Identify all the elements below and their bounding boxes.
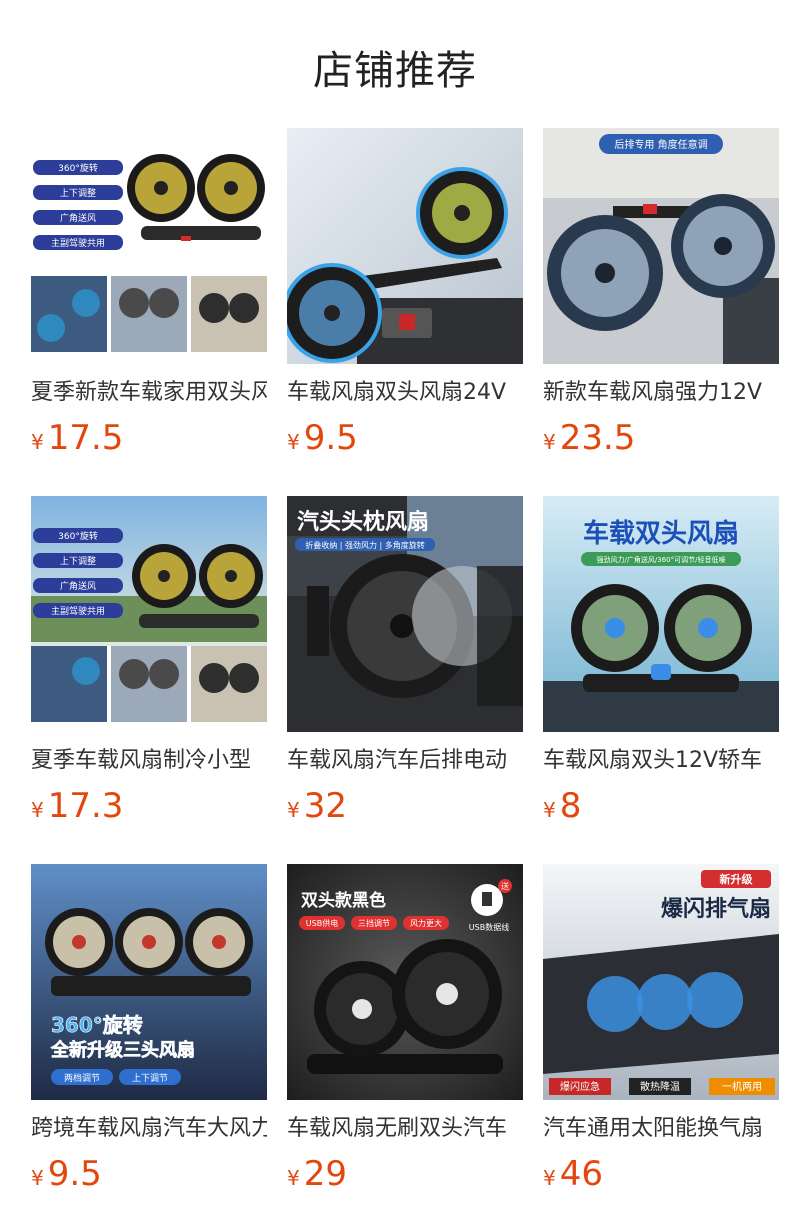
product-image[interactable]: 车载双头风扇 强劲风力/广角送风/360°可调节/轻音低噪 — [543, 496, 779, 732]
feature-chip: USB供电 — [306, 918, 338, 928]
product-card[interactable]: 360°旋转 上下调整 广角送风 主副驾驶共用 — [31, 496, 267, 828]
cable-label: USB数据线 — [469, 922, 509, 932]
currency-symbol: ¥ — [287, 1166, 300, 1190]
feature-chip: 三挡调节 — [358, 918, 390, 928]
feature-tag: 上下调整 — [60, 187, 96, 199]
price-value: 46 — [559, 1154, 603, 1194]
image-headline: 车载双头风扇 — [583, 518, 739, 549]
image-subtitle: 强劲风力/广角送风/360°可调节/轻音低噪 — [597, 555, 726, 564]
product-price: ¥46 — [543, 1154, 779, 1194]
product-card[interactable]: 车载双头风扇 强劲风力/广角送风/360°可调节/轻音低噪 车载风扇双头12V轿… — [543, 496, 779, 828]
image-headline: 汽头头枕风扇 — [297, 509, 429, 535]
feature-tag: 360°旋转 — [58, 162, 98, 174]
image-subtitle: 折叠收纳 | 强劲风力 | 多角度旋转 — [305, 540, 425, 550]
currency-symbol: ¥ — [543, 1166, 556, 1190]
currency-symbol: ¥ — [31, 798, 44, 822]
currency-symbol: ¥ — [31, 430, 44, 454]
product-grid: 360°旋转 上下调整 广角送风 主副驾驶共用 夏季新款车载家用双头风 ¥ 17… — [31, 128, 779, 1196]
product-name[interactable]: 车载风扇双头风扇24V — [287, 378, 523, 408]
image-headline: 爆闪排气扇 — [661, 896, 771, 922]
product-card[interactable]: 车载风扇双头风扇24V ¥9.5 — [287, 128, 523, 460]
product-image[interactable]: 360°旋转 全新升级三头风扇 两档调节 上下调节 — [31, 864, 267, 1100]
feature-tag: 360°旋转 — [58, 530, 98, 542]
product-name[interactable]: 夏季新款车载家用双头风扇 — [31, 378, 267, 408]
price-value: 23.5 — [559, 418, 636, 458]
feature-tag: 主副驾驶共用 — [51, 237, 105, 249]
image-headline: 360°旋转 — [51, 1013, 143, 1037]
product-card[interactable]: 汽头头枕风扇 折叠收纳 | 强劲风力 | 多角度旋转 车载风扇汽车后排电动 ¥3… — [287, 496, 523, 828]
product-name[interactable]: 夏季车载风扇制冷小型 — [31, 746, 267, 776]
feature-chip: 上下调节 — [132, 1073, 168, 1084]
product-card[interactable]: 新升级 爆闪排气扇 爆闪应急 散热降温 一机两用 汽车通用太阳能换气扇 ¥46 — [543, 864, 779, 1196]
feature-tag: 上下调整 — [60, 555, 96, 567]
product-image[interactable]: 新升级 爆闪排气扇 爆闪应急 散热降温 一机两用 — [543, 864, 779, 1100]
price-value: 9.5 — [47, 1154, 102, 1194]
currency-symbol: ¥ — [543, 798, 556, 822]
product-price: ¥29 — [287, 1154, 523, 1194]
product-image[interactable]: 360°旋转 上下调整 广角送风 主副驾驶共用 — [31, 496, 267, 732]
feature-chip: 两档调节 — [64, 1072, 100, 1084]
feature-tag: 主副驾驶共用 — [51, 605, 105, 617]
product-card[interactable]: 360°旋转 全新升级三头风扇 两档调节 上下调节 跨境车载风扇汽车大风力 ¥9… — [31, 864, 267, 1196]
feature-chip: 爆闪应急 — [560, 1080, 600, 1093]
price-value: 32 — [303, 786, 347, 826]
thumbnail-strip — [31, 276, 267, 352]
product-price: ¥8 — [543, 786, 779, 826]
product-name[interactable]: 跨境车载风扇汽车大风力 — [31, 1114, 267, 1144]
product-card[interactable]: 360°旋转 上下调整 广角送风 主副驾驶共用 — [31, 128, 267, 460]
image-headline: 全新升级三头风扇 — [50, 1039, 195, 1061]
product-card[interactable]: 双头款黑色 USB供电 三挡调节 风力更大 送 USB数据线 车载风扇无刷双头汽… — [287, 864, 523, 1196]
price-value: 8 — [559, 786, 582, 826]
product-price: ¥32 — [287, 786, 523, 826]
product-name[interactable]: 车载风扇双头12V轿车 — [543, 746, 779, 776]
product-price: ¥17.5 — [31, 418, 267, 458]
product-image[interactable]: 后排专用 角度任意调 — [543, 128, 779, 364]
product-image[interactable]: 双头款黑色 USB供电 三挡调节 风力更大 送 USB数据线 — [287, 864, 523, 1100]
page-title: 店铺推荐 — [313, 48, 477, 94]
image-banner: 后排专用 角度任意调 — [614, 138, 707, 151]
product-price: ¥23.5 — [543, 418, 779, 458]
currency-symbol: ¥ — [543, 430, 556, 454]
product-name[interactable]: 新款车载风扇强力12V — [543, 378, 779, 408]
currency-symbol: ¥ — [287, 430, 300, 454]
feature-chip: 风力更大 — [410, 918, 442, 928]
product-price: ¥9.5 — [31, 1154, 267, 1194]
feature-chip: 散热降温 — [640, 1080, 680, 1093]
badge-text: 新升级 — [720, 872, 754, 886]
currency-symbol: ¥ — [287, 798, 300, 822]
product-image[interactable]: 汽头头枕风扇 折叠收纳 | 强劲风力 | 多角度旋转 — [287, 496, 523, 732]
feature-tag: 广角送风 — [60, 580, 96, 592]
feature-chip: 一机两用 — [722, 1080, 762, 1093]
product-image[interactable] — [287, 128, 523, 364]
price-value: 29 — [303, 1154, 347, 1194]
product-name[interactable]: 汽车通用太阳能换气扇 — [543, 1114, 779, 1144]
price-value: 17.3 — [47, 786, 124, 826]
price-value: 9.5 — [303, 418, 358, 458]
product-card[interactable]: 后排专用 角度任意调 新款车载风扇强力12V ¥23.5 — [543, 128, 779, 460]
product-name[interactable]: 车载风扇无刷双头汽车 — [287, 1114, 523, 1144]
image-headline: 双头款黑色 — [301, 890, 386, 911]
badge-text: 送 — [501, 881, 509, 891]
currency-symbol: ¥ — [31, 1166, 44, 1190]
feature-tag: 广角送风 — [60, 212, 96, 224]
product-price: ¥17.3 — [31, 786, 267, 826]
price-value: 17.5 — [47, 418, 124, 458]
product-price: ¥9.5 — [287, 418, 523, 458]
product-image[interactable]: 360°旋转 上下调整 广角送风 主副驾驶共用 — [31, 128, 267, 364]
product-name[interactable]: 车载风扇汽车后排电动 — [287, 746, 523, 776]
